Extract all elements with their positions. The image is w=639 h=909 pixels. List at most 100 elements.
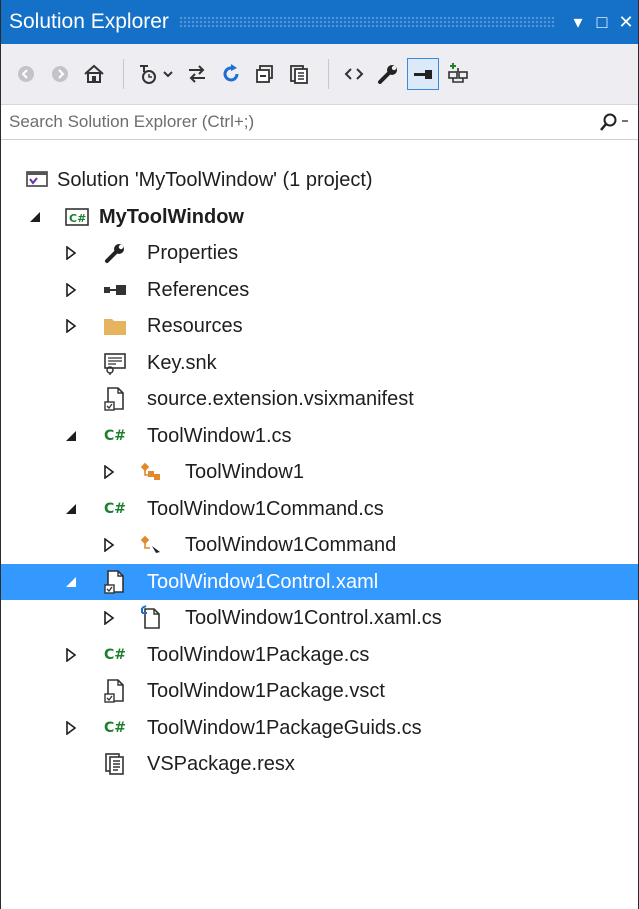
home-icon — [84, 64, 104, 83]
hierarchy-add-icon — [448, 63, 468, 83]
tree-item-vsixmanifest[interactable]: source.extension.vsixmanifest — [1, 381, 638, 418]
tree-item-label: ToolWindow1Command — [185, 534, 397, 556]
tree-item-references[interactable]: References — [1, 272, 638, 309]
class-view-button[interactable] — [443, 59, 473, 89]
drag-grip[interactable] — [178, 16, 556, 28]
maximize-icon[interactable]: □ — [590, 12, 614, 33]
tree-item-key-snk[interactable]: Key.snk — [1, 345, 638, 382]
collapsed-arrow-icon[interactable] — [99, 454, 119, 491]
show-all-files-button[interactable] — [284, 59, 314, 89]
folder-icon — [101, 308, 129, 345]
tree-item-toolwindow1package-cs[interactable]: C# ToolWindow1Package.cs — [1, 637, 638, 674]
pending-changes-filter-icon — [140, 65, 173, 84]
tree-item-toolwindow1command-cs[interactable]: C# ToolWindow1Command.cs — [1, 491, 638, 528]
search-button[interactable] — [598, 112, 638, 132]
tree-item-toolwindow1command-class[interactable]: ToolWindow1Command — [1, 527, 638, 564]
back-button[interactable] — [11, 59, 41, 89]
expanded-arrow-icon[interactable] — [61, 418, 81, 455]
tree-item-label: Resources — [147, 315, 243, 337]
collapsed-arrow-icon[interactable] — [61, 710, 81, 747]
tree-item-toolwindow1control-xaml[interactable]: ToolWindow1Control.xaml — [1, 563, 638, 601]
collapsed-arrow-icon[interactable] — [99, 600, 119, 637]
collapsed-arrow-icon[interactable] — [61, 235, 81, 272]
code-brackets-icon — [344, 68, 364, 80]
resource-file-icon — [101, 746, 129, 783]
expanded-arrow-icon[interactable] — [61, 491, 81, 528]
tree-item-label: VSPackage.resx — [147, 753, 295, 775]
pending-changes-filter-button[interactable] — [134, 59, 178, 89]
csharp-file-icon: C# — [103, 427, 126, 444]
window-position-dropdown-icon[interactable]: ▾ — [566, 12, 590, 33]
wrench-icon — [378, 65, 397, 84]
search-icon — [600, 113, 628, 131]
refresh-button[interactable] — [216, 59, 246, 89]
toolbar-separator — [328, 59, 329, 89]
collapsed-arrow-icon[interactable] — [61, 637, 81, 674]
tree-item-solution[interactable]: Solution 'MyToolWindow' (1 project) — [1, 162, 638, 199]
tree-item-label: MyToolWindow — [99, 205, 244, 228]
solution-explorer-window: Solution Explorer ▾ □ ✕ Search Solution … — [0, 0, 639, 909]
view-code-button[interactable] — [339, 59, 369, 89]
tree-item-label: ToolWindow1PackageGuids.cs — [147, 716, 422, 739]
csharp-file-icon: C# — [103, 646, 126, 663]
tree-item-properties[interactable]: Properties — [1, 235, 638, 272]
title-bar[interactable]: Solution Explorer ▾ □ ✕ — [1, 0, 638, 44]
refresh-icon — [223, 64, 239, 82]
tree-item-toolwindow1packageguids-cs[interactable]: C# ToolWindow1PackageGuids.cs — [1, 710, 638, 747]
sync-arrows-icon — [189, 65, 205, 83]
tree-item-toolwindow1package-vsct[interactable]: ToolWindow1Package.vsct — [1, 673, 638, 710]
tree-item-label: source.extension.vsixmanifest — [147, 388, 414, 410]
toolbar — [1, 44, 638, 105]
tree-item-toolwindow1-class[interactable]: ToolWindow1 — [1, 454, 638, 491]
close-icon[interactable]: ✕ — [614, 12, 638, 33]
show-all-files-icon — [290, 65, 308, 84]
solution-tree: Solution 'MyToolWindow' (1 project) C# M… — [1, 140, 638, 783]
tree-item-label: References — [147, 278, 250, 301]
search-input[interactable]: Search Solution Explorer (Ctrl+;) — [9, 112, 598, 132]
svg-text:C#: C# — [69, 212, 86, 225]
expanded-arrow-icon[interactable] — [25, 199, 45, 236]
tree-item-label: ToolWindow1Package.cs — [147, 643, 370, 666]
window-title: Solution Explorer — [9, 10, 169, 33]
tree-item-label: ToolWindow1Control.xaml — [147, 570, 379, 593]
tree-item-label: Solution 'MyToolWindow' (1 project) — [57, 169, 373, 191]
search-bar[interactable]: Search Solution Explorer (Ctrl+;) — [1, 105, 638, 140]
pin-preview-icon — [414, 70, 432, 79]
tree-item-label: ToolWindow1Control.xaml.cs — [185, 607, 442, 629]
back-icon — [18, 66, 34, 82]
tree-item-label: ToolWindow1.cs — [147, 424, 292, 447]
tree-item-label: ToolWindow1Command.cs — [147, 497, 384, 520]
csharp-file-icon: C# — [103, 719, 126, 736]
forward-button[interactable] — [45, 59, 75, 89]
tree-item-vspackage-resx[interactable]: VSPackage.resx — [1, 746, 638, 783]
key-file-icon — [101, 345, 129, 382]
preview-selected-items-button[interactable] — [407, 58, 439, 90]
csharp-file-icon: C# — [103, 500, 126, 517]
collapse-all-button[interactable] — [250, 59, 280, 89]
xaml-file-icon — [101, 564, 129, 601]
tree-item-label: Properties — [147, 242, 239, 264]
collapse-all-icon — [256, 65, 273, 83]
tree-item-toolwindow1control-xaml-cs[interactable]: ToolWindow1Control.xaml.cs — [1, 600, 638, 637]
tree-item-label: Key.snk — [147, 351, 217, 374]
class-icon — [137, 454, 165, 491]
home-button[interactable] — [79, 59, 109, 89]
tree-item-project[interactable]: C# MyToolWindow — [1, 199, 638, 236]
properties-button[interactable] — [373, 59, 403, 89]
tree-item-label: ToolWindow1Package.vsct — [147, 680, 385, 702]
collapsed-arrow-icon[interactable] — [99, 527, 119, 564]
sync-with-active-document-button[interactable] — [182, 59, 212, 89]
internal-class-icon — [137, 527, 165, 564]
tree-item-label: ToolWindow1 — [185, 461, 304, 483]
toolbar-separator — [123, 59, 124, 89]
code-behind-file-icon — [137, 600, 165, 637]
manifest-file-icon — [101, 381, 129, 418]
csharp-project-icon: C# — [63, 199, 91, 236]
solution-icon — [23, 162, 51, 199]
expanded-arrow-icon[interactable] — [61, 564, 81, 601]
tree-item-toolwindow1-cs[interactable]: C# ToolWindow1.cs — [1, 418, 638, 455]
collapsed-arrow-icon[interactable] — [61, 308, 81, 345]
forward-icon — [52, 66, 68, 82]
collapsed-arrow-icon[interactable] — [61, 272, 81, 309]
tree-item-resources[interactable]: Resources — [1, 308, 638, 345]
